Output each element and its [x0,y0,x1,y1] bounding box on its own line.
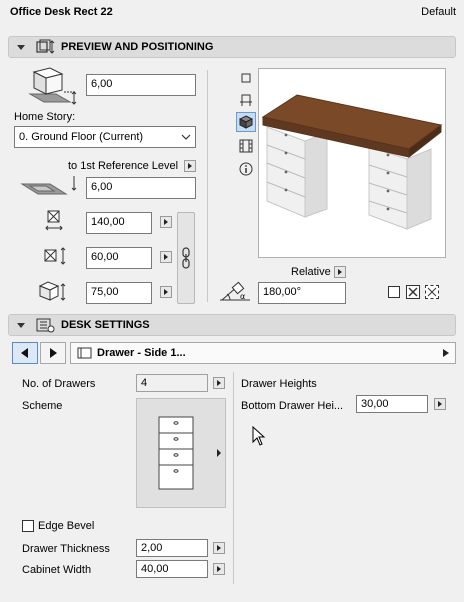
cabinet-width-label: Cabinet Width [22,564,92,576]
column-separator-2 [233,372,234,584]
bottom-drawer-label: Bottom Drawer Hei... [241,400,344,412]
column-separator [207,70,208,302]
depth-icon [44,247,66,265]
positioning-icon [36,39,55,54]
bottom-drawer-arrow-button[interactable] [434,398,446,410]
mirror-y-button[interactable] [425,285,439,299]
collapse-arrow-icon[interactable] [17,322,25,328]
collapse-arrow-icon[interactable] [17,44,25,50]
page-select[interactable]: Drawer - Side 1... [70,342,456,364]
height-icon [38,281,66,301]
arrow-left-icon [21,348,28,358]
depth-arrow-button[interactable] [160,251,172,263]
elevation-input[interactable]: 6,00 [86,74,196,96]
home-story-select[interactable]: 0. Ground Floor (Current) [14,126,196,148]
width-icon [45,210,63,231]
width-arrow-button[interactable] [160,216,172,228]
drawer-heights-label: Drawer Heights [241,378,317,390]
elevation-icon [28,67,77,105]
home-story-label: Home Story: [14,111,76,123]
scheme-preview[interactable] [136,398,226,508]
no-drawers-input[interactable]: 4 [136,374,208,392]
relative-arrow-button[interactable] [334,266,346,278]
chevron-down-icon [181,134,191,140]
mirror-y-icon [427,287,437,297]
edge-bevel-checkbox[interactable] [22,520,34,532]
page-icon [77,347,92,359]
view-section-button[interactable] [238,138,254,154]
cube-3d-icon [239,115,253,129]
desk-section-title: DESK SETTINGS [61,319,150,331]
ref-level-icon [20,176,77,195]
view-3d-button[interactable] [236,112,256,132]
cabinet-width-arrow-button[interactable] [213,563,225,575]
settings-list-icon [36,318,55,333]
desk-section-header[interactable]: DESK SETTINGS [8,314,456,336]
drawer-thickness-input[interactable]: 2,00 [136,539,208,557]
svg-text:α: α [240,292,245,301]
drawer-scheme-icon [158,416,221,490]
chair-icon [240,94,252,106]
mirror-none-checkbox[interactable] [388,286,400,298]
width-input[interactable]: 140,00 [86,212,152,234]
film-strip-icon [239,139,253,153]
info-button[interactable] [238,161,254,177]
no-drawers-arrow-button[interactable] [213,377,225,389]
no-drawers-label: No. of Drawers [22,378,96,390]
drawer-thickness-label: Drawer Thickness [22,543,110,555]
info-icon [239,162,253,176]
preview-3d-image [258,68,446,258]
arrow-right-icon [50,348,57,358]
mouse-cursor-icon [252,426,266,446]
relative-label: Relative [291,266,331,278]
rotation-input[interactable]: 180,00° [258,282,346,304]
square-icon [241,73,251,83]
cabinet-width-input[interactable]: 40,00 [136,560,208,578]
link-dimensions-button[interactable] [177,212,195,304]
mirror-x-icon [408,287,418,297]
scheme-label: Scheme [22,400,63,412]
chevron-right-icon [443,349,449,357]
desk-3d-render [261,94,443,230]
height-input[interactable]: 75,00 [86,282,152,304]
default-label: Default [421,6,456,18]
chain-link-icon [182,247,190,269]
ref-level-label: to 1st Reference Level [68,160,179,172]
depth-input[interactable]: 60,00 [86,247,152,269]
view-2d-button[interactable] [238,70,254,86]
drawer-thickness-arrow-button[interactable] [213,542,225,554]
home-story-value: 0. Ground Floor (Current) [19,131,144,143]
view-elevation-button[interactable] [238,92,254,108]
preview-section-title: PREVIEW AND POSITIONING [61,41,214,53]
rotation-angle-icon: α [220,281,250,301]
height-arrow-button[interactable] [160,286,172,298]
page-select-value: Drawer - Side 1... [97,347,186,359]
ref-level-input[interactable]: 6,00 [86,177,196,199]
bottom-drawer-input[interactable]: 30,00 [356,395,428,413]
ref-level-arrow-button[interactable] [184,160,196,172]
mirror-x-button[interactable] [406,285,420,299]
panel-title: Office Desk Rect 22 [10,6,113,18]
prev-page-button[interactable] [12,342,38,364]
next-page-button[interactable] [40,342,66,364]
edge-bevel-label: Edge Bevel [38,520,95,532]
preview-section-header[interactable]: PREVIEW AND POSITIONING [8,36,456,58]
